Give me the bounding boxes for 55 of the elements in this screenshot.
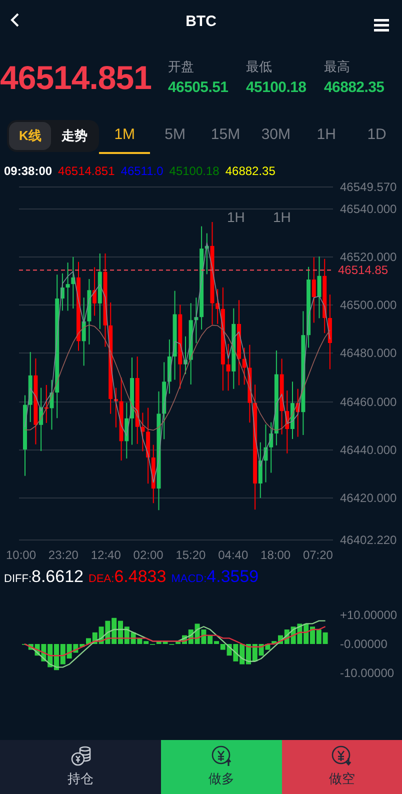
yen-down-icon <box>331 745 353 768</box>
time-axis-label: 15:20 <box>176 547 206 564</box>
price-axis-label: 46500.000 <box>340 298 397 312</box>
stat-label: 最高 <box>324 58 351 76</box>
interval-tab[interactable]: 1D <box>352 118 402 154</box>
time-axis-label: 12:40 <box>90 547 121 564</box>
coins-icon <box>70 745 92 768</box>
time-axis-label: 23:20 <box>48 547 78 564</box>
macd-axis-label: +10.00000 <box>340 608 398 622</box>
interval-tab[interactable]: 1M <box>99 118 150 154</box>
legend-value: 45100.18 <box>169 163 220 180</box>
price-axis-label: 46540.000 <box>340 202 397 216</box>
interval-marker: 1H <box>273 209 291 225</box>
macd-axis-label: -10.00000 <box>340 666 394 680</box>
action-button[interactable]: 做多 <box>161 740 282 794</box>
price-axis-label: 46420.000 <box>340 491 397 505</box>
interval-tab[interactable]: 5M <box>150 118 200 154</box>
menu-icon[interactable] <box>374 19 389 32</box>
macd-legend: MACD:4.3559 <box>171 564 259 590</box>
interval-tab[interactable]: 15M <box>200 118 251 154</box>
page-title: BTC <box>186 12 216 32</box>
current-price-label: 46514.85 <box>338 263 388 278</box>
yen-up-icon <box>210 745 232 768</box>
chart-mode-tab[interactable]: 走势 <box>51 122 98 150</box>
price-axis-label: 46440.000 <box>340 443 397 457</box>
legend-time: 09:38:00 <box>4 163 52 180</box>
time-axis-label: 18:00 <box>260 547 291 564</box>
price-axis-label: 46402.220 <box>340 533 397 546</box>
time-axis-label: 04:40 <box>218 547 248 564</box>
interval-marker: 1H <box>227 209 245 225</box>
stat-label: 最低 <box>246 58 273 76</box>
legend-value: 46511.0 <box>120 163 164 180</box>
macd-legend: DEA:6.4833 <box>88 564 166 590</box>
price-axis-label: 46460.000 <box>340 395 397 409</box>
last-price: 46514.851 <box>0 58 152 98</box>
stat-label: 开盘 <box>168 58 195 76</box>
back-icon[interactable] <box>10 12 20 28</box>
time-axis-label: 07:20 <box>302 547 333 564</box>
interval-tab[interactable]: 1H <box>301 118 352 154</box>
stat-value: 46882.35 <box>324 78 386 98</box>
interval-tab[interactable]: 30M <box>250 118 302 154</box>
macd-axis-label: -0.00000 <box>340 637 388 651</box>
chart-mode-tab[interactable]: K线 <box>9 122 52 150</box>
time-axis-label: 02:00 <box>133 547 164 564</box>
stat-value: 46505.51 <box>168 78 230 98</box>
action-button[interactable]: 持仓 <box>0 740 161 794</box>
legend-value: 46882.35 <box>225 163 276 180</box>
price-axis-label: 46520.000 <box>340 250 397 264</box>
price-axis-label: 46480.000 <box>340 346 397 360</box>
macd-legend: DIFF:8.6612 <box>4 564 84 590</box>
price-axis-label: 46549.570 <box>340 180 397 194</box>
stat-value: 45100.18 <box>246 78 308 98</box>
legend-value: 46514.851 <box>58 163 115 180</box>
time-axis-label: 10:00 <box>6 547 36 564</box>
action-button[interactable]: 做空 <box>282 740 402 794</box>
